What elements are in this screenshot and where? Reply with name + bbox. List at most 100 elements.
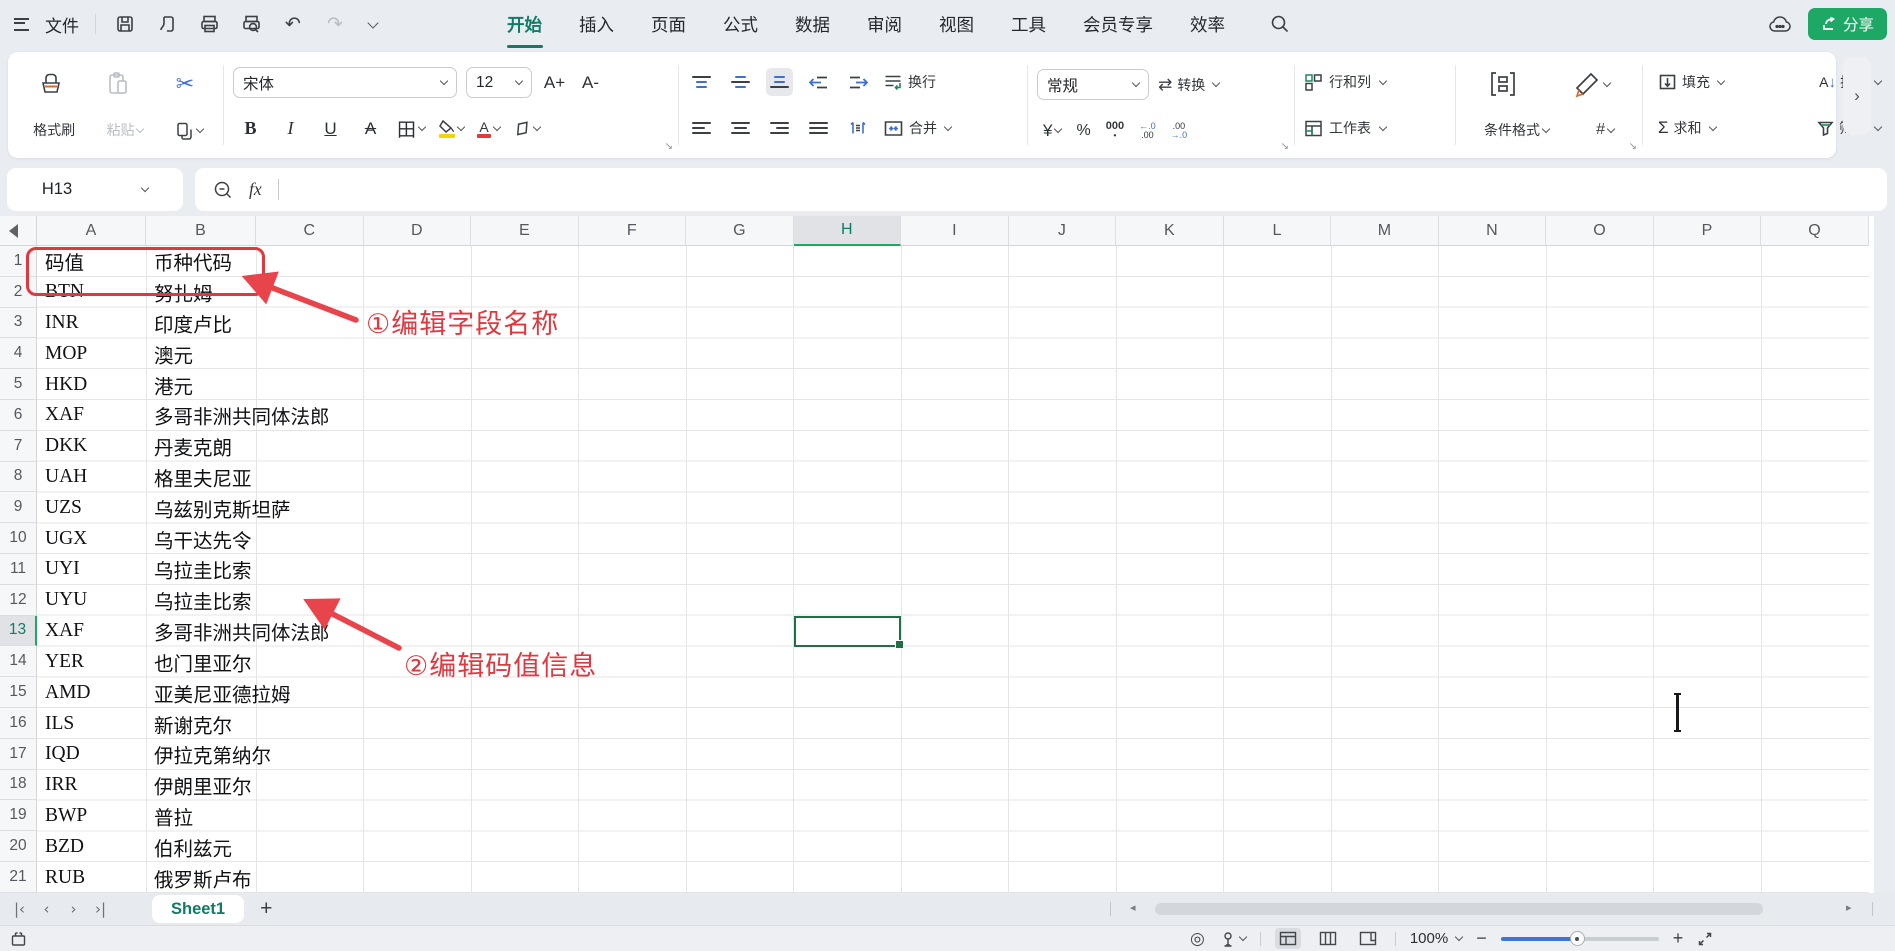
menu-tab[interactable]: 公式 [721, 8, 760, 41]
table-row[interactable]: HKD 港元 [37, 369, 1869, 400]
cell-currency-name[interactable]: 印度卢比 [154, 309, 232, 338]
align-top-button[interactable] [688, 68, 715, 96]
fx-icon[interactable]: fx [249, 179, 262, 200]
cell-code[interactable]: YER [45, 651, 84, 673]
row-header[interactable]: 14 [0, 646, 37, 677]
decrease-font-button[interactable]: A- [577, 69, 604, 97]
formula-bar[interactable]: fx [195, 168, 1887, 211]
row-header[interactable]: 1 [0, 246, 37, 277]
cell-currency-name[interactable]: 币种代码 [154, 247, 232, 276]
row-header[interactable]: 7 [0, 431, 37, 462]
row-header[interactable]: 13 [0, 616, 37, 647]
row-header[interactable]: 15 [0, 677, 37, 708]
conditional-format-big-button[interactable] [1488, 70, 1518, 98]
cell-code[interactable]: UYU [45, 589, 87, 611]
align-left-button[interactable] [688, 114, 715, 142]
table-row[interactable]: IRR伊朗里亚尔 [37, 770, 1869, 801]
menu-tab[interactable]: 效率 [1188, 8, 1227, 41]
redo-button[interactable]: ↷ [322, 10, 348, 38]
select-all-corner[interactable] [0, 216, 37, 246]
row-header[interactable]: 21 [0, 862, 37, 893]
cell-currency-name[interactable]: 乌干达先令 [154, 524, 252, 553]
cell-code[interactable]: DKK [45, 435, 87, 457]
column-header[interactable]: Q [1761, 216, 1869, 246]
chevron-down-icon[interactable] [136, 124, 144, 132]
table-row[interactable]: BWP普拉 [37, 801, 1869, 832]
table-row[interactable]: YER 也门里亚尔 [37, 647, 1869, 678]
prev-sheet-button[interactable]: ‹ [33, 900, 60, 918]
cell-code[interactable]: IRR [45, 774, 78, 796]
column-header[interactable]: L [1224, 216, 1332, 246]
menu-tab[interactable]: 插入 [577, 8, 616, 41]
chevron-down-icon[interactable] [141, 184, 149, 192]
next-sheet-button[interactable]: › [60, 900, 87, 918]
ribbon-expand-button[interactable]: › [1843, 57, 1871, 135]
column-header[interactable]: P [1654, 216, 1762, 246]
table-row[interactable]: XAF多哥非洲共同体法郎 [37, 616, 1869, 647]
column-header[interactable]: I [901, 216, 1009, 246]
increase-font-button[interactable]: A+ [541, 69, 568, 97]
cell-code[interactable]: UYI [45, 558, 80, 580]
row-header[interactable]: 10 [0, 523, 37, 554]
column-header[interactable]: M [1331, 216, 1439, 246]
currency-format-button[interactable]: ¥ [1043, 121, 1061, 141]
table-row[interactable]: UGX乌干达先令 [37, 523, 1869, 554]
column-header[interactable]: K [1116, 216, 1224, 246]
increase-decimal-button[interactable]: ←.0.00 [1139, 122, 1156, 140]
italic-button[interactable]: I [277, 115, 304, 143]
fullscreen-button[interactable] [1697, 931, 1713, 947]
cell-currency-name[interactable]: 格里夫尼亚 [154, 463, 252, 492]
sum-button[interactable]: Σ 求和 [1658, 118, 1716, 138]
normal-view-button[interactable] [1275, 928, 1301, 949]
cell-currency-name[interactable]: 澳元 [154, 339, 193, 368]
zoom-level[interactable]: 100% [1410, 930, 1448, 947]
hscroll-right-arrow[interactable]: ▸ [1846, 901, 1852, 914]
menu-tab[interactable]: 视图 [937, 8, 976, 41]
eraser-button[interactable] [513, 121, 540, 136]
column-header[interactable]: F [579, 216, 687, 246]
row-header[interactable]: 19 [0, 800, 37, 831]
cell-currency-name[interactable]: 新谢克尔 [154, 709, 232, 738]
styles-dialog-launcher[interactable]: ↘ [1629, 141, 1637, 152]
align-center-button[interactable] [727, 114, 754, 142]
row-header[interactable]: 2 [0, 277, 37, 308]
zoom-out-button[interactable]: − [1476, 928, 1487, 949]
cell-currency-name[interactable]: 港元 [154, 370, 193, 399]
last-sheet-button[interactable]: ›| [87, 900, 114, 918]
undo-button[interactable]: ↶ [280, 10, 306, 38]
row-header[interactable]: 20 [0, 831, 37, 862]
cells-layer[interactable]: 码值币种代码BTN努扎姆INR印度卢比MOP澳元HKD港元XAF多哥非洲共同体法… [37, 246, 1869, 893]
cell-currency-name[interactable]: 多哥非洲共同体法郎 [154, 617, 330, 646]
cell-currency-name[interactable]: 普拉 [154, 801, 193, 830]
table-row[interactable]: UZS 乌兹别克斯坦萨 [37, 492, 1869, 523]
rows-columns-button[interactable]: 行和列 [1304, 72, 1386, 92]
row-header[interactable]: 16 [0, 708, 37, 739]
comma-format-button[interactable]: 000• [1106, 121, 1124, 140]
column-header[interactable]: H [794, 216, 902, 246]
copy-button[interactable] [175, 121, 203, 140]
cell-currency-name[interactable]: 俄罗斯卢布 [154, 863, 252, 892]
cut-button[interactable]: ✂ [172, 70, 199, 98]
cell-currency-name[interactable]: 乌兹别克斯坦萨 [154, 493, 291, 522]
file-menu[interactable]: 文件 [45, 12, 79, 37]
cell-currency-name[interactable]: 也门里亚尔 [154, 647, 252, 676]
font-name-select[interactable]: 宋体 [233, 67, 457, 98]
add-sheet-button[interactable]: + [260, 897, 272, 921]
table-row[interactable]: DKK丹麦克朗 [37, 431, 1869, 462]
column-header[interactable]: B [146, 216, 256, 246]
worksheet-button[interactable]: 工作表 [1304, 118, 1386, 138]
cell-code[interactable]: UZS [45, 497, 82, 519]
menu-tab[interactable]: 会员专享 [1081, 8, 1155, 41]
format-painter-label[interactable]: 格式刷 [33, 120, 75, 140]
column-header[interactable]: N [1439, 216, 1547, 246]
cell-code[interactable]: HKD [45, 374, 87, 396]
print-preview-button[interactable] [238, 10, 264, 38]
cell-currency-name[interactable]: 伊拉克第纳尔 [154, 740, 271, 769]
column-header[interactable]: A [37, 216, 146, 246]
table-row[interactable]: 码值币种代码 [37, 246, 1869, 277]
convert-button[interactable]: ⇄ 转换 [1158, 75, 1219, 95]
font-size-select[interactable]: 12 [466, 67, 532, 98]
row-header[interactable]: 18 [0, 770, 37, 801]
wrap-text-button[interactable]: 换行 [883, 72, 936, 92]
align-bottom-button[interactable] [766, 68, 793, 96]
